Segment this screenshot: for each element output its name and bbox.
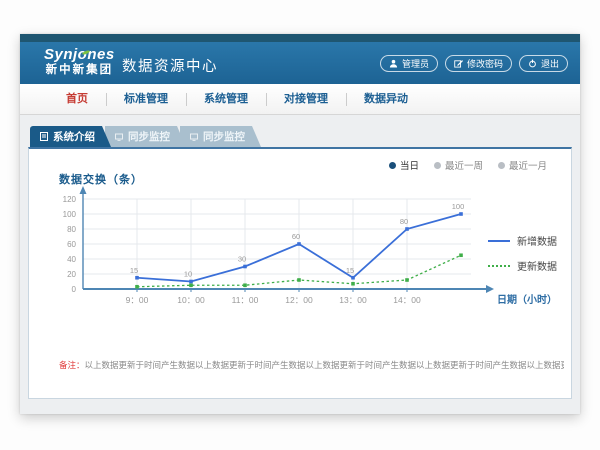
y-axis-title: 数据交换（条） [59, 171, 143, 187]
button-label: 修改密码 [467, 57, 503, 70]
x-tick-label: 11：00 [232, 295, 259, 305]
tab-1[interactable]: 同步监控 [105, 126, 186, 147]
user-icon [389, 59, 398, 68]
tab-label: 系统介绍 [53, 129, 95, 144]
monitor-icon [115, 133, 123, 141]
data-point-label: 15 [130, 266, 138, 275]
radio-label: 最近一周 [445, 158, 483, 172]
data-point-label: 15 [346, 266, 354, 275]
legend-label: 新增数据 [517, 233, 557, 248]
nav-item-1[interactable]: 标准管理 [106, 84, 186, 115]
logout-icon [528, 59, 537, 68]
x-tick-label: 12：00 [285, 295, 313, 305]
monitor-icon [190, 133, 198, 141]
y-tick-label: 0 [72, 285, 77, 294]
data-point-label: 30 [238, 255, 246, 264]
nav-item-2[interactable]: 系统管理 [186, 84, 266, 115]
tab-label: 同步监控 [203, 129, 245, 144]
nav-item-3[interactable]: 对接管理 [266, 84, 346, 115]
button-label: 退出 [541, 57, 559, 70]
data-point [189, 280, 193, 284]
edit-icon [454, 59, 463, 68]
nav-item-4[interactable]: 数据异动 [346, 84, 426, 115]
data-point-label: 60 [292, 232, 300, 241]
radio-dot-icon [434, 162, 441, 169]
chart-panel: 当日 最近一周 最近一月 数据交换（条） 0 20 40 60 80 100 120 9：00 10… [28, 147, 572, 399]
y-axis-arrow-icon [80, 186, 87, 194]
main-nav: 首页标准管理系统管理对接管理数据异动 [20, 84, 580, 115]
tab-bar: 系统介绍 同步监控 同步监控 [30, 126, 572, 147]
data-point [297, 278, 301, 282]
header-actions: 管理员 修改密码 退出 [380, 55, 568, 72]
data-point [405, 278, 409, 282]
time-filter-group: 当日 最近一周 最近一月 [389, 158, 547, 172]
data-point-label: 10 [184, 270, 192, 279]
time-filter-0[interactable]: 当日 [389, 158, 419, 172]
edit-button[interactable]: 修改密码 [445, 55, 512, 72]
data-point [243, 283, 247, 287]
footnote-text: 以上数据更新于时间产生数据以上数据更新于时间产生数据以上数据更新于时间产生数据以… [85, 360, 564, 370]
time-filter-2[interactable]: 最近一月 [498, 158, 547, 172]
data-point [459, 253, 463, 257]
button-label: 管理员 [402, 57, 429, 70]
legend-line-icon [488, 265, 510, 267]
document-icon [40, 132, 48, 141]
radio-label: 当日 [400, 158, 419, 172]
radio-dot-icon [389, 162, 396, 169]
data-point [189, 283, 193, 287]
y-tick-label: 120 [63, 195, 77, 204]
y-tick-label: 20 [67, 270, 76, 279]
x-tick-label: 9：00 [126, 295, 149, 305]
app-header: Synjones 新中新集团 数据资源中心 管理员 修改密码 退出 [20, 42, 580, 84]
x-tick-label: 14：00 [393, 295, 421, 305]
footnote-label: 备注： [59, 360, 85, 370]
page-title: 数据资源中心 [122, 55, 218, 76]
radio-label: 最近一月 [509, 158, 547, 172]
legend-label: 更新数据 [517, 258, 557, 273]
time-filter-1[interactable]: 最近一周 [434, 158, 483, 172]
x-tick-label: 10：00 [177, 295, 205, 305]
tab-label: 同步监控 [128, 129, 170, 144]
y-tick-label: 60 [67, 240, 76, 249]
data-point-label: 100 [452, 202, 465, 211]
legend-item-1[interactable]: 更新数据 [488, 258, 557, 273]
logo-subtext: 新中新集团 [44, 63, 115, 77]
y-tick-label: 40 [67, 255, 76, 264]
x-axis-arrow-icon [486, 285, 494, 293]
y-tick-label: 100 [63, 210, 77, 219]
app-window: Synjones 新中新集团 数据资源中心 管理员修改密码退出 首页标准管理系统… [20, 34, 580, 414]
data-point [351, 276, 355, 280]
data-point [405, 227, 409, 231]
y-tick-label: 80 [67, 225, 76, 234]
chart-legend: 新增数据更新数据 [488, 233, 557, 283]
top-strip [20, 34, 580, 42]
user-button[interactable]: 管理员 [380, 55, 438, 72]
nav-item-home[interactable]: 首页 [48, 84, 106, 115]
tab-0[interactable]: 系统介绍 [30, 126, 111, 147]
data-point [135, 276, 139, 280]
brand-logo: Synjones 新中新集团 [44, 47, 115, 77]
logo-text: Synjones [44, 47, 115, 63]
data-point [297, 242, 301, 246]
tab-2[interactable]: 同步监控 [180, 126, 261, 147]
x-axis-label: 日期（小时） [497, 293, 557, 306]
data-point [351, 282, 355, 286]
logout-button[interactable]: 退出 [519, 55, 568, 72]
footnote: 备注：以上数据更新于时间产生数据以上数据更新于时间产生数据以上数据更新于时间产生… [59, 359, 564, 371]
data-point [243, 265, 247, 269]
data-point [135, 285, 139, 289]
radio-dot-icon [498, 162, 505, 169]
data-point-label: 80 [400, 217, 408, 226]
x-tick-label: 13：00 [339, 295, 367, 305]
data-point [459, 212, 463, 216]
legend-item-0[interactable]: 新增数据 [488, 233, 557, 248]
legend-line-icon [488, 240, 510, 242]
content-area: 系统介绍 同步监控 同步监控 当日 最近一周 最近一月 数据交换（条） 0 20 40 60 8… [20, 115, 580, 399]
